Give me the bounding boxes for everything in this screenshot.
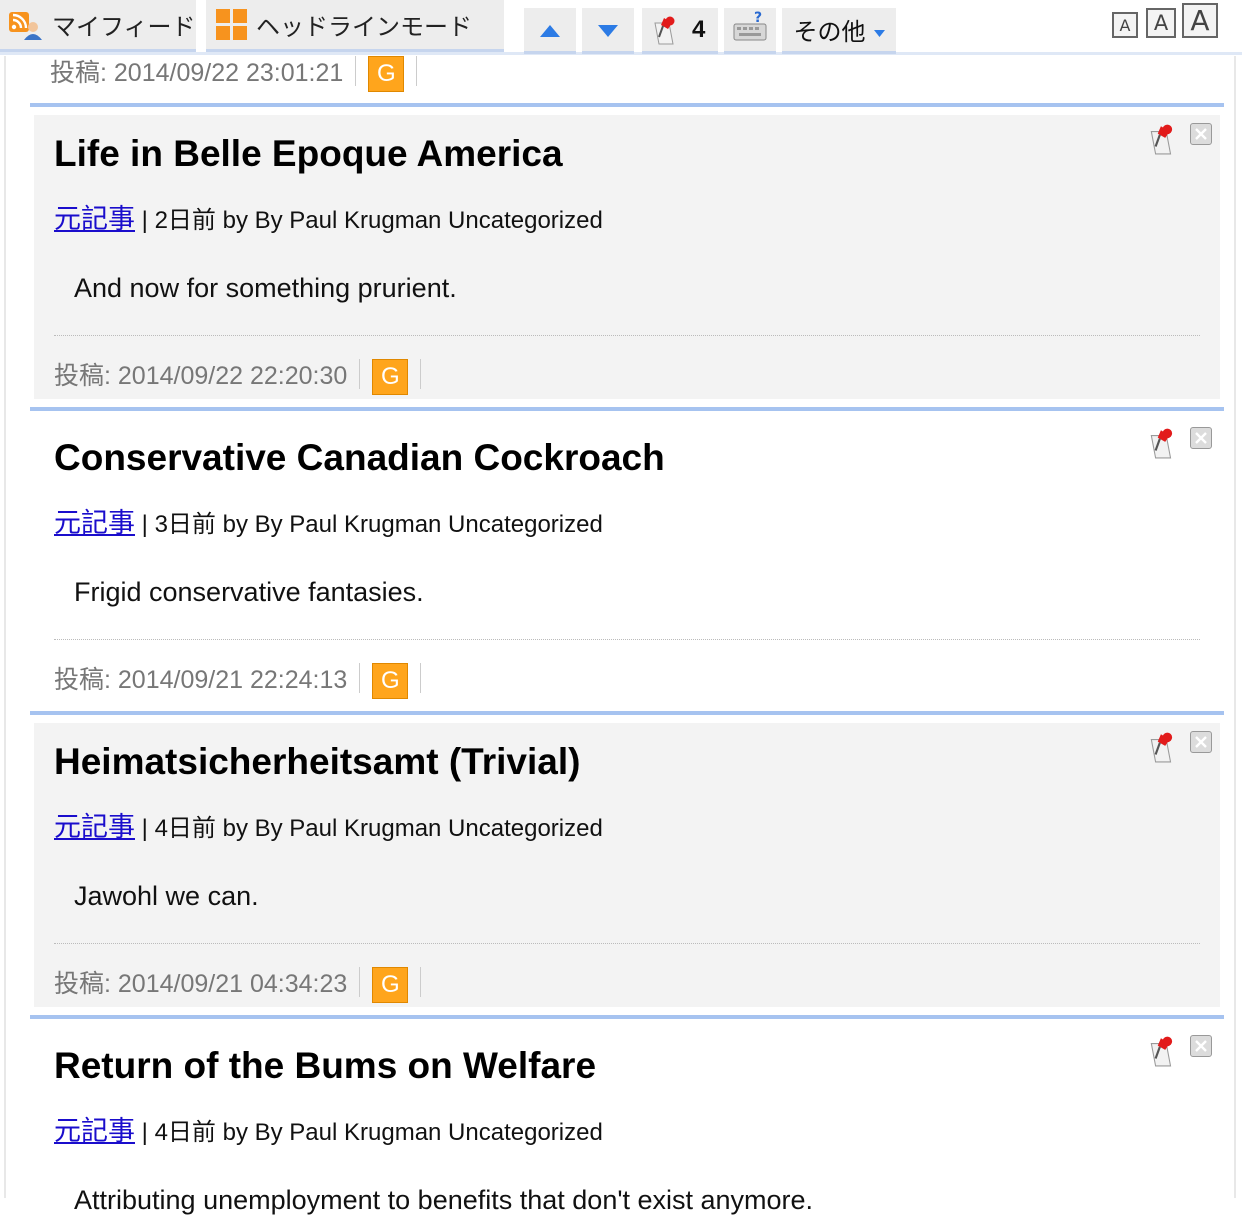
close-entry-icon[interactable] xyxy=(1190,123,1212,145)
entry-age: 3日前 xyxy=(154,511,216,538)
font-small-label: A xyxy=(1119,15,1131,35)
tab-my-feed[interactable]: マイフィード xyxy=(0,0,196,52)
entry-title[interactable]: Return of the Bums on Welfare xyxy=(54,1045,596,1087)
footer-separator xyxy=(355,56,357,86)
feed-entry: Heimatsicherheitsamt (Trivial) 元記事 | 4日前… xyxy=(30,711,1224,1015)
footer-separator xyxy=(359,967,361,997)
arrow-down-icon xyxy=(598,16,618,44)
feed-entry: Conservative Canadian Cockroach 元記事 | 3日… xyxy=(30,407,1224,711)
my-feed-label: マイフィード xyxy=(52,14,196,41)
footer-separator xyxy=(359,359,361,389)
font-large-label: A xyxy=(1190,4,1210,37)
entry-meta: 元記事 | 3日前 by By Paul Krugman Uncategoriz… xyxy=(54,501,603,540)
pin-icon xyxy=(652,15,678,45)
font-size-large-button[interactable]: A xyxy=(1182,3,1218,38)
posted-time: 投稿: 2014/09/21 22:24:13 xyxy=(54,666,348,694)
entry-byline: by By Paul Krugman Uncategorized xyxy=(222,815,603,842)
entry-byline: by By Paul Krugman Uncategorized xyxy=(222,207,603,234)
pin-entry-icon[interactable] xyxy=(1148,1035,1176,1067)
close-entry-icon[interactable] xyxy=(1190,1035,1212,1057)
keyboard-help-icon: ? xyxy=(733,10,767,49)
entry-footer: 投稿: 2014/09/22 22:20:30 G xyxy=(54,353,433,395)
meta-separator: | xyxy=(141,815,155,842)
entry-age: 2日前 xyxy=(154,207,216,234)
feed-entry: Return of the Bums on Welfare 元記事 | 4日前 … xyxy=(30,1015,1224,1215)
entry-divider xyxy=(54,943,1200,944)
entry-summary: Frigid conservative fantasies. xyxy=(74,577,424,607)
entry-age: 4日前 xyxy=(154,815,216,842)
arrow-up-icon xyxy=(540,16,560,44)
footer-separator xyxy=(420,359,422,389)
entry-divider xyxy=(54,639,1200,640)
entry-byline: by By Paul Krugman Uncategorized xyxy=(222,1119,603,1146)
google-share-button[interactable]: G xyxy=(372,663,409,699)
entry-summary: Attributing unemployment to benefits tha… xyxy=(74,1185,814,1215)
tab-headline-mode[interactable]: ヘッドラインモード xyxy=(206,0,504,52)
posted-time: 投稿: 2014/09/21 04:34:23 xyxy=(54,970,348,998)
headline-mode-label: ヘッドラインモード xyxy=(256,14,472,41)
keyboard-help-button[interactable]: ? xyxy=(724,8,776,54)
close-entry-icon[interactable] xyxy=(1190,427,1212,449)
footer-separator xyxy=(420,663,422,693)
font-size-small-button[interactable]: A xyxy=(1112,12,1138,38)
entry-title[interactable]: Heimatsicherheitsamt (Trivial) xyxy=(54,741,580,783)
previous-entry-button[interactable] xyxy=(524,8,576,54)
entry-body: Conservative Canadian Cockroach 元記事 | 3日… xyxy=(34,419,1220,703)
footer-separator xyxy=(420,967,422,997)
meta-separator: | xyxy=(141,1119,155,1146)
pin-count: 4 xyxy=(692,15,706,43)
entry-footer: 投稿: 2014/09/21 04:34:23 G xyxy=(54,961,433,1003)
footer-separator xyxy=(359,663,361,693)
google-share-button[interactable]: G xyxy=(372,359,409,395)
entry-summary: And now for something prurient. xyxy=(74,273,457,303)
entry-body: Return of the Bums on Welfare 元記事 | 4日前 … xyxy=(34,1027,1220,1215)
pin-entry-icon[interactable] xyxy=(1148,427,1176,459)
google-share-button[interactable]: G xyxy=(372,967,409,1003)
footer-separator xyxy=(416,56,418,86)
meta-separator: | xyxy=(141,207,155,234)
entry-byline: by By Paul Krugman Uncategorized xyxy=(222,511,603,538)
entry-meta: 元記事 | 4日前 by By Paul Krugman Uncategoriz… xyxy=(54,805,603,844)
entry-summary: Jawohl we can. xyxy=(74,881,259,911)
entry-meta: 元記事 | 4日前 by By Paul Krugman Uncategoriz… xyxy=(54,1109,603,1148)
entry-age: 4日前 xyxy=(154,1119,216,1146)
entry-title[interactable]: Life in Belle Epoque America xyxy=(54,133,563,175)
entry-title[interactable]: Conservative Canadian Cockroach xyxy=(54,437,665,479)
entry-meta: 元記事 | 2日前 by By Paul Krugman Uncategoriz… xyxy=(54,197,603,236)
entry-body: Life in Belle Epoque America 元記事 | 2日前 b… xyxy=(34,115,1220,399)
entry-body: Heimatsicherheitsamt (Trivial) 元記事 | 4日前… xyxy=(34,723,1220,1007)
headline-mode-icon xyxy=(216,8,248,41)
svg-text:?: ? xyxy=(754,10,762,26)
pin-entry-icon[interactable] xyxy=(1148,123,1176,155)
google-share-button[interactable]: G xyxy=(368,56,405,92)
source-article-link[interactable]: 元記事 xyxy=(54,1116,135,1146)
font-size-medium-button[interactable]: A xyxy=(1146,8,1176,38)
posted-time: 投稿: 2014/09/22 22:20:30 xyxy=(54,362,348,390)
chevron-down-icon xyxy=(873,16,885,44)
close-entry-icon[interactable] xyxy=(1190,731,1212,753)
other-menu-label: その他 xyxy=(793,19,866,46)
source-article-link[interactable]: 元記事 xyxy=(54,508,135,538)
toolbar: マイフィード ヘッドラインモード 4 ? その他 A A A xyxy=(0,0,1242,56)
other-menu-button[interactable]: その他 xyxy=(782,8,896,54)
pinned-entries-button[interactable]: 4 xyxy=(642,8,718,54)
font-medium-label: A xyxy=(1153,11,1169,35)
feed-entry: Life in Belle Epoque America 元記事 | 2日前 b… xyxy=(30,103,1224,407)
pin-entry-icon[interactable] xyxy=(1148,731,1176,763)
entry-divider xyxy=(54,335,1200,336)
my-feed-icon xyxy=(8,9,42,41)
entry-list: 投稿: 2014/09/22 23:01:21 G Life in Belle … xyxy=(4,56,1236,1215)
meta-separator: | xyxy=(141,511,155,538)
next-entry-button[interactable] xyxy=(582,8,634,54)
posted-time: 投稿: 2014/09/22 23:01:21 xyxy=(50,59,344,87)
entry-footer: 投稿: 2014/09/21 22:24:13 G xyxy=(54,657,433,699)
source-article-link[interactable]: 元記事 xyxy=(54,812,135,842)
source-article-link[interactable]: 元記事 xyxy=(54,204,135,234)
previous-entry-footer: 投稿: 2014/09/22 23:01:21 G xyxy=(50,50,429,92)
